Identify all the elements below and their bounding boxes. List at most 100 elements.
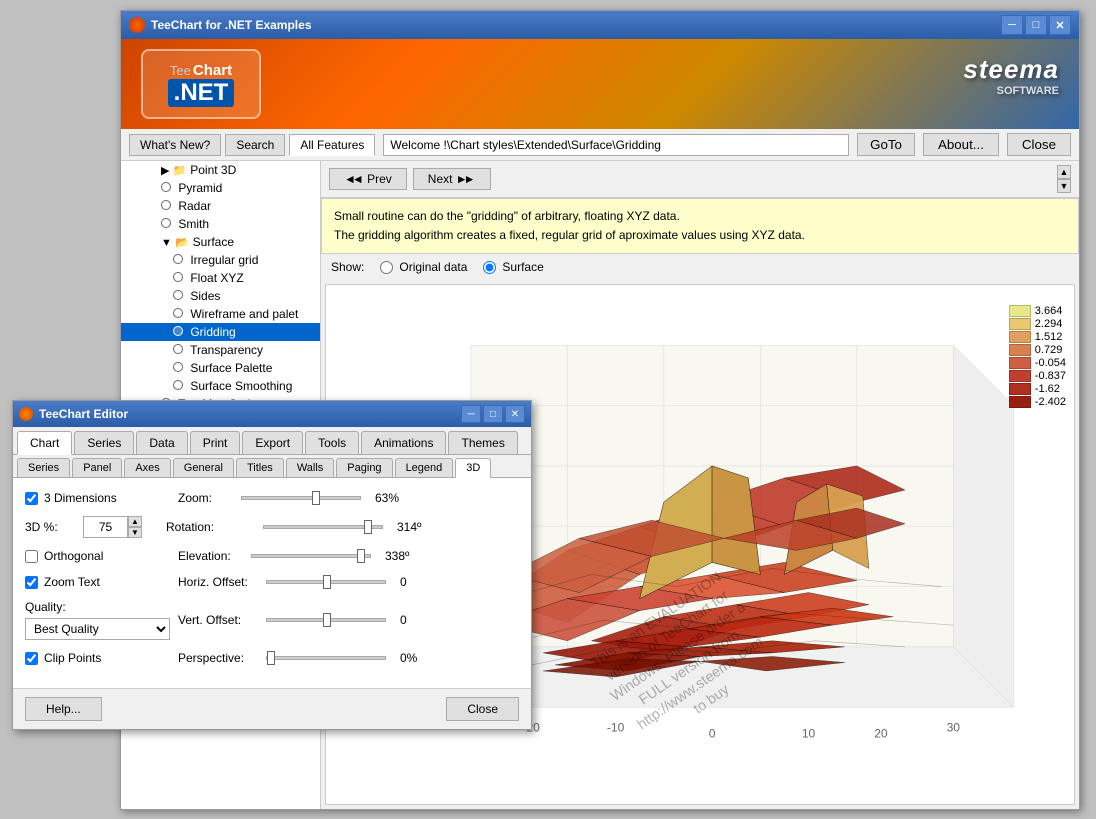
horiz-offset-value: 0 <box>400 575 407 589</box>
radio-icon <box>173 380 183 390</box>
radio-icon <box>161 200 171 210</box>
tree-item-surface-palette[interactable]: Surface Palette <box>121 359 320 377</box>
elevation-thumb <box>357 549 365 563</box>
subtab-titles[interactable]: Titles <box>236 458 284 477</box>
editor-close-button[interactable]: ✕ <box>505 405 525 423</box>
zoom-text-checkbox[interactable] <box>25 576 38 589</box>
subtab-panel[interactable]: Panel <box>72 458 122 477</box>
tab-series[interactable]: Series <box>74 431 134 454</box>
three-dimensions-label[interactable]: 3 Dimensions <box>25 491 170 505</box>
orthogonal-checkbox[interactable] <box>25 550 38 563</box>
info-line1: Small routine can do the "gridding" of a… <box>334 207 1066 226</box>
subtab-3d[interactable]: 3D <box>455 458 491 478</box>
vert-offset-slider[interactable] <box>266 612 386 628</box>
spin-down-button[interactable]: ▼ <box>128 527 142 538</box>
tab-export[interactable]: Export <box>242 431 303 454</box>
horiz-offset-thumb <box>323 575 331 589</box>
tree-item-irregular[interactable]: Irregular grid <box>121 251 320 269</box>
minimize-button[interactable]: ─ <box>1001 15 1023 35</box>
radio-icon <box>173 254 183 264</box>
subtab-general[interactable]: General <box>173 458 234 477</box>
tree-item-radar[interactable]: Radar <box>121 197 320 215</box>
info-box: Small routine can do the "gridding" of a… <box>321 198 1079 254</box>
tree-item-point3d[interactable]: ▶ 📁 Point 3D <box>121 161 320 179</box>
zoom-slider[interactable] <box>241 490 361 506</box>
threepct-input[interactable] <box>83 516 128 538</box>
rotation-slider[interactable] <box>263 519 383 535</box>
clip-points-label[interactable]: Clip Points <box>25 651 170 665</box>
tree-item-surface[interactable]: ▼ 📂 Surface <box>121 233 320 251</box>
three-dimensions-checkbox[interactable] <box>25 492 38 505</box>
goto-button[interactable]: GoTo <box>857 133 915 156</box>
tree-item-gridding[interactable]: Gridding <box>121 323 320 341</box>
horiz-offset-slider[interactable] <box>266 574 386 590</box>
main-close-button[interactable]: Close <box>1007 133 1071 156</box>
tree-item-transparency[interactable]: Transparency <box>121 341 320 359</box>
tree-item-float-xyz[interactable]: Float XYZ <box>121 269 320 287</box>
prev-button[interactable]: ◄ ◄ Prev <box>329 168 407 190</box>
folder-icon: ▶ 📁 <box>161 164 186 177</box>
orthogonal-label[interactable]: Orthogonal <box>25 549 170 563</box>
tab-tools[interactable]: Tools <box>305 431 359 454</box>
tree-item-smith[interactable]: Smith <box>121 215 320 233</box>
spin-up-button[interactable]: ▲ <box>128 516 142 527</box>
legend-item-3: 0.729 <box>1009 344 1066 356</box>
whats-new-button[interactable]: What's New? <box>129 134 221 156</box>
path-input[interactable] <box>383 134 849 156</box>
editor-close-footer-button[interactable]: Close <box>446 697 519 721</box>
threepct-input-group: ▲ ▼ <box>83 516 142 538</box>
about-button[interactable]: About... <box>923 133 999 156</box>
show-surface-radio[interactable] <box>483 261 496 274</box>
elevation-slider[interactable] <box>251 548 371 564</box>
perspective-slider[interactable] <box>266 650 386 666</box>
editor-title: TeeChart Editor <box>39 407 459 421</box>
tree-item-pyramid[interactable]: Pyramid <box>121 179 320 197</box>
subtab-walls[interactable]: Walls <box>286 458 334 477</box>
editor-maximize-button[interactable]: □ <box>483 405 503 423</box>
tree-item-wireframe[interactable]: Wireframe and palet <box>121 305 320 323</box>
maximize-button[interactable]: □ <box>1025 15 1047 35</box>
legend-color-4 <box>1009 357 1031 369</box>
show-surface-option[interactable]: Surface <box>483 260 543 274</box>
tab-chart[interactable]: Chart <box>17 431 72 455</box>
scroll-up-button[interactable]: ▲ <box>1057 165 1071 179</box>
tab-print[interactable]: Print <box>190 431 241 454</box>
editor-content: 3 Dimensions Zoom: 63% 3D %: ▲ ▼ Rotatio… <box>13 478 531 688</box>
subtab-legend[interactable]: Legend <box>395 458 454 477</box>
next-button[interactable]: Next ► ► <box>413 168 491 190</box>
all-features-button[interactable]: All Features <box>289 134 375 156</box>
help-button[interactable]: Help... <box>25 697 102 721</box>
svg-text:-10: -10 <box>607 721 625 735</box>
search-button[interactable]: Search <box>225 134 285 156</box>
subtab-series[interactable]: Series <box>17 458 70 477</box>
close-window-button[interactable]: ✕ <box>1049 15 1071 35</box>
tab-data[interactable]: Data <box>136 431 187 454</box>
tree-item-surface-smoothing[interactable]: Surface Smoothing <box>121 377 320 395</box>
legend-item-5: -0.837 <box>1009 370 1066 382</box>
tab-themes[interactable]: Themes <box>448 431 517 454</box>
zoom-text-label[interactable]: Zoom Text <box>25 575 170 589</box>
vert-offset-thumb <box>323 613 331 627</box>
subtab-paging[interactable]: Paging <box>336 458 392 477</box>
chart-legend: 3.664 2.294 1.512 0.729 <box>1009 305 1066 409</box>
tab-animations[interactable]: Animations <box>361 431 446 454</box>
radio-icon <box>161 182 171 192</box>
quality-select[interactable]: Best Quality Normal Low <box>25 618 170 640</box>
show-original-radio[interactable] <box>380 261 393 274</box>
show-original-option[interactable]: Original data <box>380 260 467 274</box>
tree-item-sides[interactable]: Sides <box>121 287 320 305</box>
legend-item-7: -2.402 <box>1009 396 1066 408</box>
form-row-zoom-text: Zoom Text Horiz. Offset: 0 <box>25 574 519 590</box>
banner-logo: Tee Chart .NET <box>141 49 261 119</box>
editor-title-bar: TeeChart Editor ─ □ ✕ <box>13 401 531 427</box>
main-tab-bar: Chart Series Data Print Export Tools Ani… <box>13 427 531 455</box>
clip-points-checkbox[interactable] <box>25 652 38 665</box>
subtab-axes[interactable]: Axes <box>124 458 170 477</box>
header-banner: Tee Chart .NET steema SOFTWARE <box>121 39 1079 129</box>
scroll-down-button[interactable]: ▼ <box>1057 179 1071 193</box>
legend-value-5: -0.837 <box>1035 370 1066 382</box>
legend-color-3 <box>1009 344 1031 356</box>
editor-minimize-button[interactable]: ─ <box>461 405 481 423</box>
legend-item-1: 2.294 <box>1009 318 1066 330</box>
legend-color-1 <box>1009 318 1031 330</box>
